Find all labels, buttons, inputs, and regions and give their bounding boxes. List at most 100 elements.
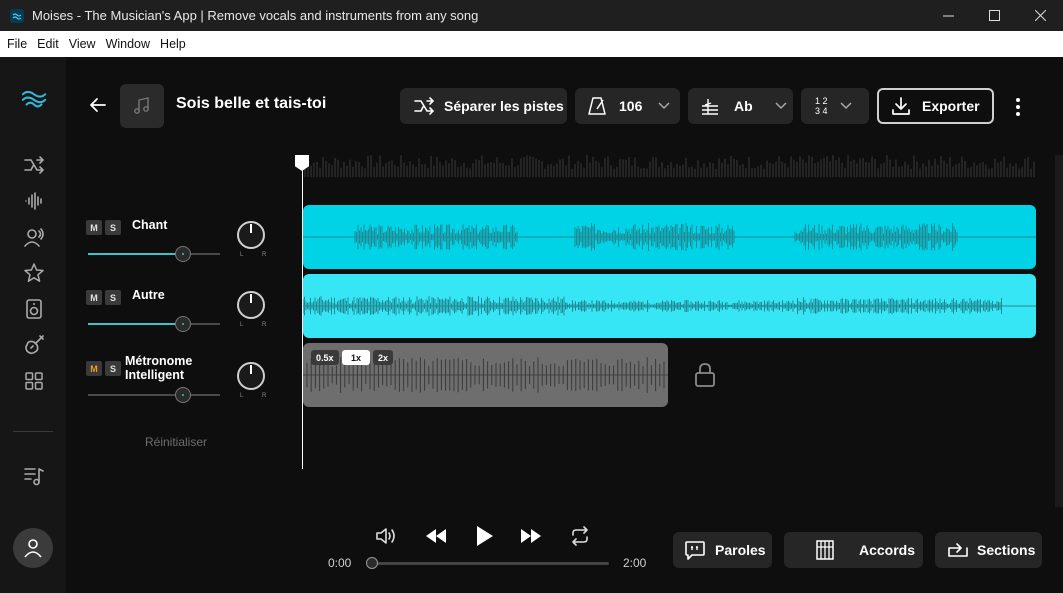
bpm-dropdown[interactable]: 106 — [575, 88, 680, 124]
song-thumbnail — [120, 84, 164, 128]
loop-button[interactable] — [567, 524, 593, 548]
pan-left-label: L — [240, 252, 244, 258]
key-icon — [702, 99, 718, 115]
menu-bar: File Edit View Window Help — [0, 31, 1063, 57]
mute-button[interactable]: M — [86, 220, 102, 235]
separate-icon — [414, 97, 435, 115]
speaker-icon[interactable] — [21, 296, 47, 322]
track-lane-metronome[interactable]: 0.5x 1x 2x — [303, 343, 668, 407]
volume-icon[interactable] — [374, 524, 400, 548]
playback-progress[interactable] — [366, 557, 609, 569]
fast-forward-button[interactable] — [518, 524, 544, 548]
more-options-button[interactable] — [1010, 95, 1026, 119]
track-lane-chant[interactable] — [303, 205, 1036, 269]
track-name: Autre — [132, 288, 165, 302]
menu-window[interactable]: Window — [101, 37, 155, 51]
chords-button[interactable]: Accords — [784, 532, 923, 568]
play-button[interactable] — [471, 522, 497, 550]
sidebar — [0, 57, 66, 593]
key-dropdown[interactable]: Ab — [688, 88, 793, 124]
close-button[interactable] — [1017, 0, 1063, 31]
separate-tracks-button[interactable]: Séparer les pistes — [400, 88, 567, 124]
pan-right-label: R — [262, 252, 267, 258]
track-control-autre: M S Autre L R — [86, 288, 276, 340]
maximize-icon — [988, 10, 1000, 21]
apps-icon[interactable] — [21, 368, 47, 394]
minimize-icon — [942, 15, 954, 17]
bpm-value: 106 — [619, 98, 643, 114]
minimize-button[interactable] — [925, 0, 971, 31]
time-signature-icon: 1 2 3 4 — [815, 96, 828, 116]
download-icon — [892, 97, 910, 115]
playlist-icon[interactable] — [21, 463, 47, 489]
maximize-button[interactable] — [971, 0, 1017, 31]
solo-button[interactable]: S — [105, 220, 121, 235]
loop-icon — [572, 526, 588, 546]
waveform-icon[interactable] — [21, 188, 47, 214]
chevron-down-icon — [775, 102, 787, 110]
sections-icon — [948, 543, 968, 557]
mute-button[interactable]: M — [86, 290, 102, 305]
menu-view[interactable]: View — [64, 37, 101, 51]
chords-icon — [816, 540, 834, 560]
back-button[interactable] — [86, 93, 110, 117]
song-title: Sois belle et tais-toi — [176, 95, 327, 112]
pan-knob[interactable] — [237, 221, 265, 249]
track-lane-autre[interactable] — [303, 274, 1036, 338]
volume-slider[interactable] — [88, 316, 220, 332]
pan-knob[interactable] — [237, 362, 265, 390]
export-button[interactable]: Exporter — [877, 88, 994, 124]
volume-slider-handle[interactable] — [175, 316, 191, 332]
separate-icon[interactable] — [21, 152, 47, 178]
star-icon[interactable] — [21, 260, 47, 286]
track-name: Chant — [132, 218, 168, 232]
time-signature-bottom: 3 4 — [815, 106, 828, 116]
rewind-button[interactable] — [423, 524, 449, 548]
menu-edit[interactable]: Edit — [32, 37, 64, 51]
mute-button[interactable]: M — [86, 361, 102, 376]
lyrics-button[interactable]: Paroles — [673, 532, 772, 568]
chevron-down-icon — [658, 102, 670, 110]
progress-handle[interactable] — [366, 557, 378, 569]
guitar-icon[interactable] — [21, 332, 47, 358]
volume-slider[interactable] — [88, 387, 220, 403]
menu-file[interactable]: File — [2, 37, 32, 51]
waveform — [303, 223, 1036, 251]
volume-slider-handle[interactable] — [175, 246, 191, 262]
pan-left-label: L — [240, 322, 244, 328]
lyrics-label: Paroles — [715, 542, 766, 558]
pan-left-label: L — [240, 393, 244, 399]
speed-1x[interactable]: 1x — [342, 350, 370, 365]
metronome-icon — [588, 97, 606, 115]
track-control-metronome: M S Métronome Intelligent L R — [86, 354, 276, 411]
chords-label: Accords — [859, 542, 916, 558]
reset-button[interactable]: Réinitialiser — [145, 435, 207, 449]
sidebar-divider — [13, 431, 53, 432]
menu-help[interactable]: Help — [155, 37, 191, 51]
pan-knob[interactable] — [237, 291, 265, 319]
voice-icon[interactable] — [21, 224, 47, 250]
lock-icon[interactable] — [693, 362, 717, 393]
timeline-ruler[interactable] — [302, 155, 1035, 177]
volume-slider[interactable] — [88, 246, 220, 262]
vertical-scrollbar[interactable] — [1055, 155, 1063, 507]
track-control-chant: M S Chant L R — [86, 218, 276, 270]
speed-0-5x[interactable]: 0.5x — [311, 350, 339, 365]
solo-button[interactable]: S — [105, 290, 121, 305]
play-icon — [477, 526, 493, 546]
time-signature-dropdown[interactable]: 1 2 3 4 — [801, 88, 869, 124]
avatar[interactable] — [13, 528, 53, 568]
sections-button[interactable]: Sections — [935, 532, 1042, 568]
track-name-line2: Intelligent — [125, 368, 185, 382]
close-icon — [1034, 10, 1046, 21]
user-icon — [24, 539, 42, 558]
solo-button[interactable]: S — [105, 361, 121, 376]
sections-label: Sections — [977, 542, 1036, 558]
track-name: Métronome Intelligent — [125, 354, 192, 382]
app-icon — [10, 8, 24, 23]
pan-right-label: R — [262, 322, 267, 328]
moises-logo-icon[interactable] — [21, 85, 47, 111]
main-area: Sois belle et tais-toi Séparer les piste… — [66, 57, 1063, 593]
volume-slider-handle[interactable] — [175, 387, 191, 403]
speed-2x[interactable]: 2x — [373, 350, 394, 365]
